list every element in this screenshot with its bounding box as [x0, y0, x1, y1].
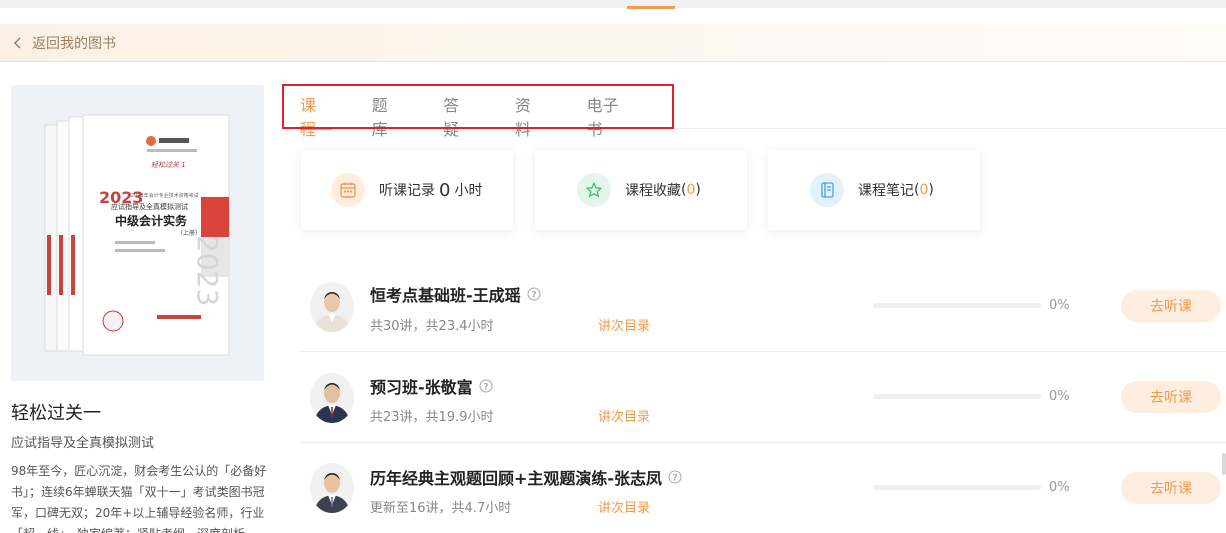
teacher-avatar	[310, 463, 354, 513]
listen-record-label: 听课记录	[379, 183, 435, 199]
course-notes-card[interactable]: 课程笔记 ( 0 )	[768, 150, 980, 230]
star-icon	[577, 173, 611, 207]
course-favorites-count: 0	[686, 182, 696, 198]
course-title-link[interactable]: 恒考点基础班-王成瑶 ?	[370, 282, 541, 306]
book-title: 轻松过关一	[11, 403, 101, 424]
course-notes-label: 课程笔记	[858, 183, 914, 199]
tab-ebook[interactable]: 电子书	[587, 84, 634, 139]
course-meta: 共30讲，共23.4小时	[370, 319, 494, 334]
chevron-left-icon	[13, 36, 21, 49]
back-bar: 返回我的图书	[0, 24, 1226, 62]
course-meta: 共23讲，共19.9小时	[370, 410, 494, 425]
svg-text:?: ?	[531, 291, 536, 301]
lecture-catalog-link[interactable]: 讲次目录	[598, 315, 650, 334]
course-progress-percent: 0%	[1049, 298, 1070, 313]
back-to-my-books-link[interactable]: 返回我的图书	[10, 33, 116, 53]
cover-watermark: 2023	[191, 235, 224, 306]
content-tabs: 课程 题库 答疑 资料 电子书	[282, 84, 674, 139]
course-title: 预习班-张敬富	[370, 378, 473, 397]
course-title: 历年经典主观题回顾+主观题演练-张志凤	[370, 469, 663, 488]
svg-text:?: ?	[672, 474, 677, 484]
calendar-icon	[331, 173, 365, 207]
course-progress-bar	[873, 303, 1041, 308]
listen-record-unit: 小时	[454, 183, 483, 199]
course-title-link[interactable]: 预习班-张敬富 ?	[370, 374, 493, 398]
scrollbar-thumb[interactable]	[1222, 453, 1226, 475]
go-listen-button[interactable]: 去听课	[1121, 290, 1221, 322]
tab-question-bank[interactable]: 题库	[372, 84, 404, 139]
cover-series: 轻松过关 1	[151, 161, 186, 169]
listen-record-value: 0	[439, 179, 451, 201]
course-progress-bar	[873, 485, 1041, 490]
notebook-icon	[810, 173, 844, 207]
course-row: 历年经典主观题回顾+主观题演练-张志凤 ? 更新至16讲，共4.7小时 讲次目录…	[300, 443, 1226, 533]
course-notes-close-paren: )	[928, 182, 934, 198]
cover-book-line: 应试指导及全真模拟测试	[111, 202, 188, 211]
course-row: 恒考点基础班-王成瑶 ? 共30讲，共23.4小时 讲次目录 0% 去听课	[300, 262, 1226, 352]
course-notes-count: 0	[919, 182, 929, 198]
tab-materials[interactable]: 资料	[515, 84, 547, 139]
book-description: 98年至今，匠心沉淀，财会考生公认的「必备好书」；连续6年蝉联天猫「双十一」考试…	[11, 464, 267, 533]
course-progress-percent: 0%	[1049, 480, 1070, 495]
lecture-catalog-link[interactable]: 讲次目录	[598, 497, 650, 516]
go-listen-button[interactable]: 去听课	[1121, 381, 1221, 413]
back-label: 返回我的图书	[32, 35, 116, 52]
course-progress-percent: 0%	[1049, 389, 1070, 404]
book-cover: 轻松过关 1 2023 2023年会计专业技术资格考试 应试指导及全真模拟测试 …	[11, 85, 264, 381]
tab-qa[interactable]: 答疑	[443, 84, 475, 139]
tab-divider	[282, 128, 1226, 129]
course-progress-bar	[873, 394, 1041, 399]
course-title-link[interactable]: 历年经典主观题回顾+主观题演练-张志凤 ?	[370, 465, 682, 489]
book-cover-illustration: 轻松过关 1 2023 2023年会计专业技术资格考试 应试指导及全真模拟测试 …	[44, 114, 230, 356]
top-strip	[0, 0, 1226, 9]
top-accent-bar	[627, 6, 675, 9]
course-row: 预习班-张敬富 ? 共23讲，共19.9小时 讲次目录 0% 去听课	[300, 353, 1226, 443]
course-title: 恒考点基础班-王成瑶	[370, 286, 521, 305]
course-meta: 更新至16讲，共4.7小时	[370, 501, 512, 516]
help-icon[interactable]: ?	[527, 287, 541, 301]
cover-exam: 2023年会计专业技术资格考试	[131, 192, 199, 199]
lecture-catalog-link[interactable]: 讲次目录	[598, 406, 650, 425]
help-icon[interactable]: ?	[479, 379, 493, 393]
tab-courses[interactable]: 课程	[300, 84, 332, 139]
go-listen-button[interactable]: 去听课	[1121, 472, 1221, 504]
course-favorites-card[interactable]: 课程收藏 ( 0 )	[535, 150, 747, 230]
book-subtitle: 应试指导及全真模拟测试	[11, 436, 155, 451]
course-favorites-close-paren: )	[695, 182, 701, 198]
help-icon[interactable]: ?	[668, 470, 682, 484]
cover-book-name: 中级会计实务	[115, 213, 188, 228]
course-favorites-label: 课程收藏	[625, 183, 681, 199]
listen-record-card[interactable]: 听课记录 0 小时	[301, 150, 513, 230]
svg-text:?: ?	[483, 383, 488, 393]
teacher-avatar	[310, 282, 354, 332]
teacher-avatar	[310, 373, 354, 423]
